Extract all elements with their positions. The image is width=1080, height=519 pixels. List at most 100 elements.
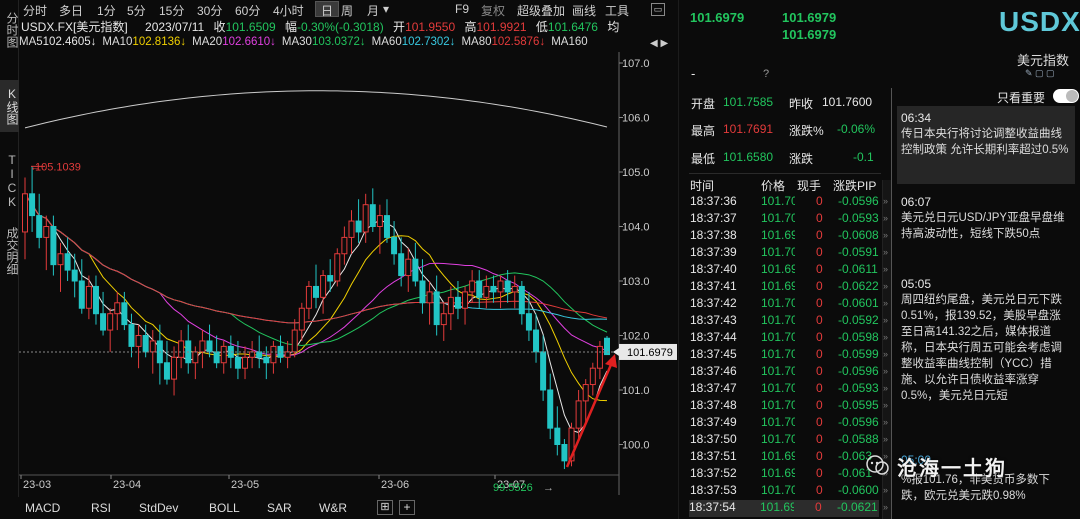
period-week[interactable]: 周 [341, 2, 353, 19]
tab-kline[interactable]: K线图 [0, 80, 19, 132]
period-multiday[interactable]: 多日 [59, 2, 83, 19]
tick-price: 101.70 [761, 347, 795, 361]
candle-body [490, 285, 497, 293]
tick-price: 101.70 [761, 398, 795, 412]
period-day[interactable]: 日 [315, 1, 340, 18]
edit-icons[interactable]: ✎ ▢ ▢ [1025, 68, 1055, 79]
ma-item: MA60102.7302↓ [372, 36, 456, 48]
candle-body [199, 340, 206, 353]
adjust-button[interactable]: 复权 [481, 2, 505, 19]
ma-item: MA10102.8136↓ [102, 36, 186, 48]
candle-body [142, 335, 149, 353]
high-value: 101.7691 [723, 122, 774, 136]
collapse-arrow-icon: » [883, 247, 889, 257]
candle-body [596, 345, 603, 369]
tick-pip: -0.0596 [838, 415, 879, 429]
tab-trade-detail[interactable]: 成交明细 [0, 218, 19, 284]
price-tick-label: 101.0 [622, 385, 650, 397]
tab-sar[interactable]: SAR [267, 501, 292, 515]
candle-body [192, 351, 199, 364]
tick-price: 101.69 [761, 466, 795, 480]
candle-body [533, 329, 540, 353]
layout-icon[interactable]: ⊞ [377, 500, 393, 515]
candle-body [383, 215, 390, 238]
candle-body [504, 280, 511, 293]
news-text: 美元兑日元USD/JPY亚盘早盘维持高波动性，短线下跌50点 [901, 212, 1065, 240]
news-item[interactable]: 06:34 传日本央行将讨论调整收益曲线控制政策 允许长期利率超过0.5% [901, 110, 1069, 188]
ma-value: 102.4605↓ [42, 36, 97, 48]
tools-button[interactable]: 工具 [605, 2, 629, 19]
tab-boll[interactable]: BOLL [209, 501, 240, 515]
candle-body [206, 340, 213, 353]
candle-body [447, 296, 454, 315]
period-15min[interactable]: 15分 [159, 2, 184, 19]
collapse-arrow-icon: » [883, 485, 889, 495]
add-indicator-button[interactable]: + [399, 500, 415, 515]
tab-stddev[interactable]: StdDev [139, 501, 178, 515]
tab-timeshare[interactable]: 分时图 [0, 2, 19, 58]
tick-pip: -0.0598 [838, 330, 879, 344]
tick-vol: 0 [816, 228, 823, 242]
tick-price: 101.69 [761, 228, 795, 242]
ma-value: 102.6610↓ [222, 36, 276, 48]
draw-button[interactable]: 画线 [572, 2, 596, 19]
tick-pip: -0.0601 [838, 296, 879, 310]
pct-label: 涨跌% [789, 124, 824, 138]
tab-tick[interactable]: TICK [0, 152, 19, 210]
close-label: 收 [213, 20, 226, 34]
tick-vol: 0 [816, 415, 823, 429]
candle-body [369, 204, 376, 227]
price-tick-label: 103.0 [622, 276, 650, 288]
candle-body [469, 280, 476, 293]
news-time: 06:34 [901, 111, 932, 125]
prev-close-value: 101.7600 [822, 95, 873, 109]
tick-vol: 0 [816, 279, 823, 293]
period-30min[interactable]: 30分 [197, 2, 222, 19]
candle-body [78, 280, 85, 309]
overlay-button[interactable]: 超级叠加 [517, 2, 565, 19]
period-more-icon[interactable]: ▾ [383, 2, 389, 16]
view-tabs: 分时图 K线图 TICK 成交明细 [0, 0, 19, 497]
kline-chart[interactable]: 107.0 106.0 105.0 104.0 103.0 102.0 101.0 100.0… [19, 52, 677, 495]
tick-time: 18:37:51 [690, 449, 737, 463]
news-text: 周四纽约尾盘，美元兑日元下跌0.51%，报139.52，美股早盘涨至日高141.… [901, 294, 1062, 402]
only-important-toggle[interactable] [1053, 89, 1079, 103]
period-1min[interactable]: 1分 [97, 2, 116, 19]
candle-body [213, 351, 220, 364]
news-time: 06:07 [901, 195, 932, 209]
candle-body [64, 253, 71, 271]
candle-body [128, 324, 135, 347]
restore-icon[interactable]: ▭ [651, 3, 665, 16]
candle-body [114, 302, 121, 315]
help-icon[interactable]: ? [763, 68, 769, 80]
ma160-line [24, 90, 608, 129]
period-60min[interactable]: 60分 [235, 2, 260, 19]
news-item[interactable]: 06:07 美元兑日元USD/JPY亚盘早盘维持高波动性，短线下跌50点 [901, 194, 1069, 270]
tab-wr[interactable]: W&R [319, 501, 347, 515]
period-timeshare[interactable]: 分时 [23, 2, 47, 19]
tick-price: 101.69 [761, 279, 795, 293]
period-4hour[interactable]: 4小时 [273, 2, 304, 19]
tab-rsi[interactable]: RSI [91, 501, 111, 515]
tick-vol: 0 [816, 245, 823, 259]
collapse-arrow-icon: » [883, 264, 889, 274]
candle-body [313, 285, 319, 298]
candle-body [327, 275, 334, 282]
collapse-arrows-icon[interactable]: ◀ ▶ [650, 38, 668, 49]
candle-body [220, 345, 227, 364]
tab-macd[interactable]: MACD [25, 501, 60, 515]
news-item[interactable]: 05:05 周四纽约尾盘，美元兑日元下跌0.51%，报139.52，美股早盘涨至日… [901, 276, 1069, 446]
collapse-arrow-icon: » [883, 366, 889, 376]
f9-button[interactable]: F9 [455, 2, 469, 16]
tick-vol: 0 [816, 466, 823, 480]
candle-body [575, 400, 582, 429]
tick-price: 101.70 [761, 330, 795, 344]
candle-body [135, 335, 142, 347]
period-5min[interactable]: 5分 [127, 2, 146, 19]
period-month[interactable]: 月 [367, 2, 379, 19]
high-marker-arrow: ← [30, 161, 41, 173]
tick-price: 101.69 [760, 500, 794, 514]
low-value: 101.6580 [723, 150, 774, 164]
tick-pip: -0.0593 [838, 381, 879, 395]
candle-body [525, 313, 532, 331]
